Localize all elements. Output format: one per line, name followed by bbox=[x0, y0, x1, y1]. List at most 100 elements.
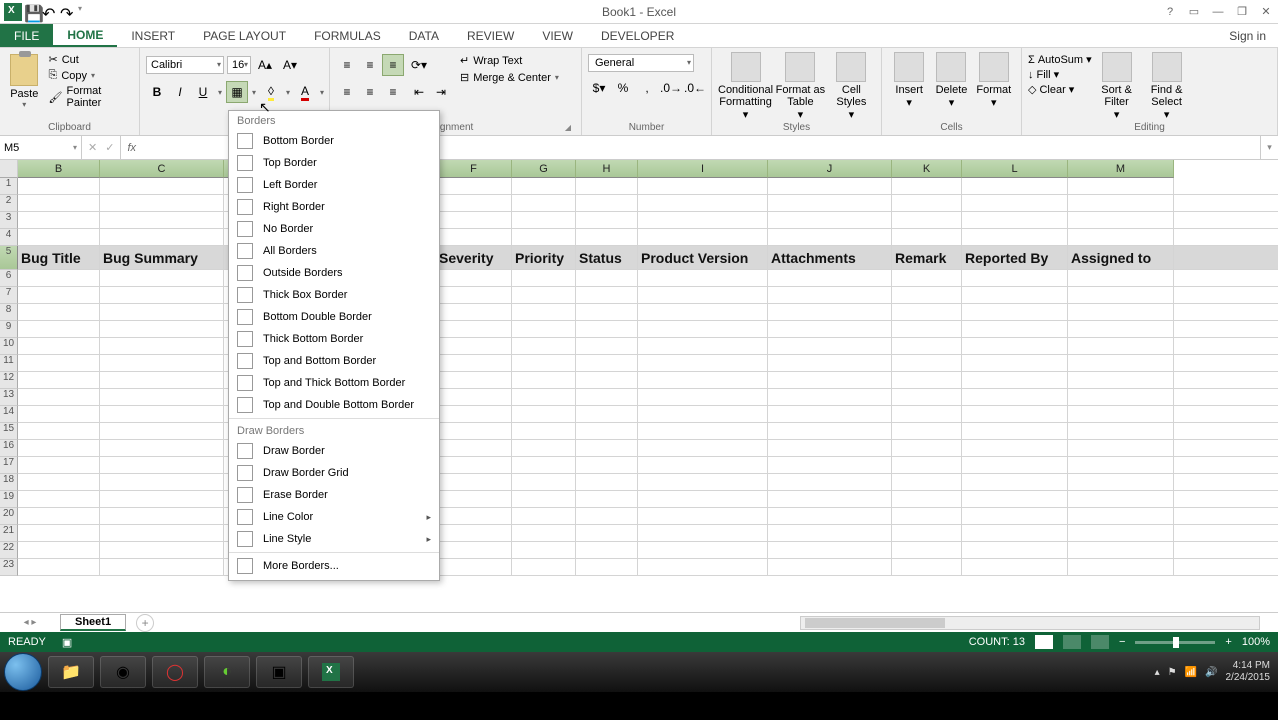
cell-L7[interactable] bbox=[962, 287, 1068, 303]
cell-K5[interactable]: Remark bbox=[892, 246, 962, 269]
orientation-icon[interactable]: ⟳▾ bbox=[408, 54, 430, 76]
cell-C17[interactable] bbox=[100, 457, 224, 473]
cell-H6[interactable] bbox=[576, 270, 638, 286]
cell-B20[interactable] bbox=[18, 508, 100, 524]
cell-C15[interactable] bbox=[100, 423, 224, 439]
cell-H7[interactable] bbox=[576, 287, 638, 303]
cell-K10[interactable] bbox=[892, 338, 962, 354]
cell-L21[interactable] bbox=[962, 525, 1068, 541]
cell-I2[interactable] bbox=[638, 195, 768, 211]
cell-G16[interactable] bbox=[512, 440, 576, 456]
cell-J2[interactable] bbox=[768, 195, 892, 211]
cell-M16[interactable] bbox=[1068, 440, 1174, 456]
row-header-9[interactable]: 9 bbox=[0, 321, 18, 338]
cell-K18[interactable] bbox=[892, 474, 962, 490]
cell-G3[interactable] bbox=[512, 212, 576, 228]
help-icon[interactable]: ? bbox=[1162, 4, 1178, 20]
cell-H15[interactable] bbox=[576, 423, 638, 439]
increase-decimal-icon[interactable]: .0→ bbox=[660, 77, 682, 99]
decrease-indent-icon[interactable]: ⇤ bbox=[408, 81, 430, 103]
cell-C4[interactable] bbox=[100, 229, 224, 245]
cell-K14[interactable] bbox=[892, 406, 962, 422]
cell-M17[interactable] bbox=[1068, 457, 1174, 473]
row-header-5[interactable]: 5 bbox=[0, 246, 18, 270]
cell-J17[interactable] bbox=[768, 457, 892, 473]
cell-J23[interactable] bbox=[768, 559, 892, 575]
taskbar-app-icon[interactable]: ◯ bbox=[152, 656, 198, 688]
cell-G11[interactable] bbox=[512, 355, 576, 371]
cell-J6[interactable] bbox=[768, 270, 892, 286]
cell-M5[interactable]: Assigned to bbox=[1068, 246, 1174, 269]
cell-K1[interactable] bbox=[892, 178, 962, 194]
tray-chevron-icon[interactable]: ▴ bbox=[1155, 667, 1160, 678]
cell-B23[interactable] bbox=[18, 559, 100, 575]
cell-B18[interactable] bbox=[18, 474, 100, 490]
cell-L18[interactable] bbox=[962, 474, 1068, 490]
menu-item-left[interactable]: Left Border bbox=[229, 174, 439, 196]
fill-color-dropdown-icon[interactable]: ▾ bbox=[283, 81, 293, 103]
row-header-22[interactable]: 22 bbox=[0, 542, 18, 559]
delete-cells-button[interactable]: Delete▾ bbox=[930, 50, 972, 109]
horizontal-scrollbar[interactable] bbox=[800, 616, 1260, 630]
row-header-14[interactable]: 14 bbox=[0, 406, 18, 423]
cell-B3[interactable] bbox=[18, 212, 100, 228]
zoom-slider[interactable] bbox=[1135, 641, 1215, 644]
cell-F21[interactable] bbox=[436, 525, 512, 541]
cell-I19[interactable] bbox=[638, 491, 768, 507]
align-center-icon[interactable]: ≡ bbox=[359, 81, 381, 103]
find-select-button[interactable]: Find & Select▾ bbox=[1142, 50, 1192, 121]
cell-G20[interactable] bbox=[512, 508, 576, 524]
cell-F13[interactable] bbox=[436, 389, 512, 405]
cell-C3[interactable] bbox=[100, 212, 224, 228]
cell-I20[interactable] bbox=[638, 508, 768, 524]
cell-C6[interactable] bbox=[100, 270, 224, 286]
row-header-19[interactable]: 19 bbox=[0, 491, 18, 508]
cell-F9[interactable] bbox=[436, 321, 512, 337]
cell-M23[interactable] bbox=[1068, 559, 1174, 575]
cell-K22[interactable] bbox=[892, 542, 962, 558]
cell-C22[interactable] bbox=[100, 542, 224, 558]
cell-L23[interactable] bbox=[962, 559, 1068, 575]
menu-item-draw[interactable]: Draw Border bbox=[229, 440, 439, 462]
row-header-6[interactable]: 6 bbox=[0, 270, 18, 287]
cell-I17[interactable] bbox=[638, 457, 768, 473]
cell-K6[interactable] bbox=[892, 270, 962, 286]
cell-C20[interactable] bbox=[100, 508, 224, 524]
tab-developer[interactable]: DEVELOPER bbox=[587, 24, 688, 47]
cell-G17[interactable] bbox=[512, 457, 576, 473]
qat-customize-icon[interactable]: ▾ bbox=[78, 4, 94, 20]
cell-H1[interactable] bbox=[576, 178, 638, 194]
row-header-2[interactable]: 2 bbox=[0, 195, 18, 212]
col-header-F[interactable]: F bbox=[436, 160, 512, 178]
cell-C16[interactable] bbox=[100, 440, 224, 456]
cell-L17[interactable] bbox=[962, 457, 1068, 473]
autosum-button[interactable]: ΣAutoSum ▾ bbox=[1028, 53, 1092, 66]
cell-J1[interactable] bbox=[768, 178, 892, 194]
cell-F19[interactable] bbox=[436, 491, 512, 507]
row-header-3[interactable]: 3 bbox=[0, 212, 18, 229]
cell-C7[interactable] bbox=[100, 287, 224, 303]
cell-C19[interactable] bbox=[100, 491, 224, 507]
number-format-combo[interactable]: General▾ bbox=[588, 54, 694, 72]
row-header-17[interactable]: 17 bbox=[0, 457, 18, 474]
cell-B12[interactable] bbox=[18, 372, 100, 388]
format-as-table-button[interactable]: Format as Table▾ bbox=[773, 50, 828, 121]
cell-M9[interactable] bbox=[1068, 321, 1174, 337]
cell-I9[interactable] bbox=[638, 321, 768, 337]
cell-H16[interactable] bbox=[576, 440, 638, 456]
tab-data[interactable]: DATA bbox=[395, 24, 453, 47]
cell-C23[interactable] bbox=[100, 559, 224, 575]
cell-M8[interactable] bbox=[1068, 304, 1174, 320]
increase-indent-icon[interactable]: ⇥ bbox=[430, 81, 452, 103]
fill-button[interactable]: ↓Fill ▾ bbox=[1028, 68, 1092, 81]
cell-F4[interactable] bbox=[436, 229, 512, 245]
cell-H8[interactable] bbox=[576, 304, 638, 320]
close-button[interactable]: ✕ bbox=[1258, 4, 1274, 20]
macro-record-icon[interactable]: ▣ bbox=[62, 636, 72, 649]
row-header-15[interactable]: 15 bbox=[0, 423, 18, 440]
menu-item-topthick[interactable]: Top and Thick Bottom Border bbox=[229, 372, 439, 394]
cell-C2[interactable] bbox=[100, 195, 224, 211]
row-header-21[interactable]: 21 bbox=[0, 525, 18, 542]
cell-K20[interactable] bbox=[892, 508, 962, 524]
format-cells-button[interactable]: Format▾ bbox=[973, 50, 1015, 109]
